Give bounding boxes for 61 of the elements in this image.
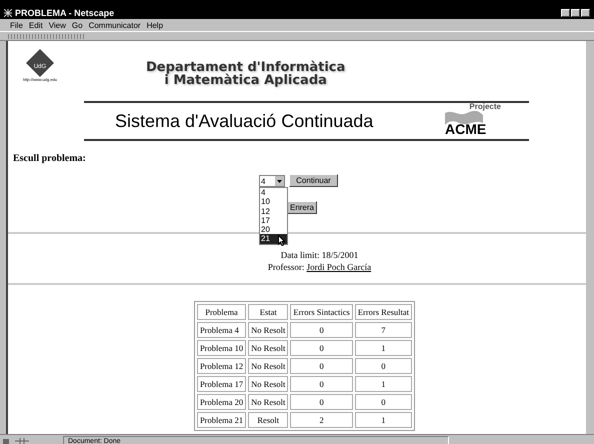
table-cell: 1 [354, 340, 412, 356]
professor-link[interactable]: Jordi Poch García [306, 262, 372, 272]
toolbar-grip[interactable] [8, 34, 84, 38]
menu-item[interactable]: View [48, 20, 66, 30]
menu-item[interactable]: Help [146, 20, 164, 30]
table-cell: No Resolt [248, 322, 288, 338]
table-cell: 2 [290, 412, 353, 428]
table-cell: Problema 4 [196, 322, 246, 338]
table-cell: No Resolt [248, 340, 288, 356]
table-cell: 1 [354, 412, 412, 428]
column-header: Errors Resultat [354, 304, 412, 320]
dropdown-option[interactable]: 20 [260, 225, 287, 234]
security-icon [2, 437, 11, 444]
table-cell: 0 [290, 394, 353, 410]
minimize-button[interactable] [561, 9, 570, 17]
table-cell: Resolt [248, 412, 288, 428]
continue-button[interactable]: Continuar [289, 174, 338, 187]
table-cell: 0 [354, 358, 412, 374]
table-cell: Problema 21 [196, 412, 246, 428]
problem-select[interactable]: 4 [259, 175, 285, 187]
window-title: PROBLEMA - Netscape [15, 8, 114, 18]
close-button[interactable] [581, 9, 590, 17]
deadline-text: Data limit: 18/5/2001 [280, 249, 358, 261]
table-cell: No Resolt [248, 358, 288, 374]
department-name: i Matemàtica Aplicada [164, 74, 327, 87]
table-cell: No Resolt [248, 394, 288, 410]
project-name: ACME [445, 121, 486, 137]
menu-item[interactable]: Edit [28, 20, 43, 30]
table-cell: 0 [354, 394, 412, 410]
menu-item[interactable]: File [10, 20, 23, 30]
form-label: Escull problema: [13, 153, 86, 164]
logo-icon [26, 49, 54, 77]
connection-icon [15, 438, 29, 444]
table-cell: 7 [354, 322, 412, 338]
table-cell: Problema 20 [196, 394, 246, 410]
dropdown-option[interactable]: 4 [260, 188, 287, 198]
column-header: Problema [196, 304, 246, 320]
column-header: Estat [248, 304, 288, 320]
professor-label: Professor: [268, 262, 304, 272]
table-cell: 0 [290, 358, 353, 374]
table-cell: Problema 10 [196, 340, 246, 356]
system-title: Sistema d'Avaluació Continuada [115, 110, 374, 132]
table-cell: 1 [354, 376, 412, 392]
table-cell: No Resolt [248, 376, 288, 392]
table-cell: Problema 17 [196, 376, 246, 392]
dropdown-option[interactable]: 10 [260, 197, 287, 207]
column-header: Errors Sintactics [290, 304, 353, 320]
maximize-button[interactable] [571, 9, 580, 17]
department-name: Departament d'Informàtica [146, 61, 346, 74]
dropdown-option[interactable]: 17 [260, 216, 287, 226]
dropdown-option[interactable]: 12 [260, 206, 287, 216]
back-button[interactable]: Enrera [287, 201, 317, 214]
table-cell: 0 [290, 322, 353, 338]
caret-icon [277, 180, 282, 182]
project-label: Projecte [469, 103, 501, 111]
table-cell: Problema 12 [196, 358, 246, 374]
menu-item[interactable]: Communicator [88, 20, 141, 30]
app-icon [4, 9, 12, 17]
table-cell: 0 [290, 376, 353, 392]
table-cell: 0 [290, 340, 353, 356]
menu-item[interactable]: Go [72, 20, 83, 30]
